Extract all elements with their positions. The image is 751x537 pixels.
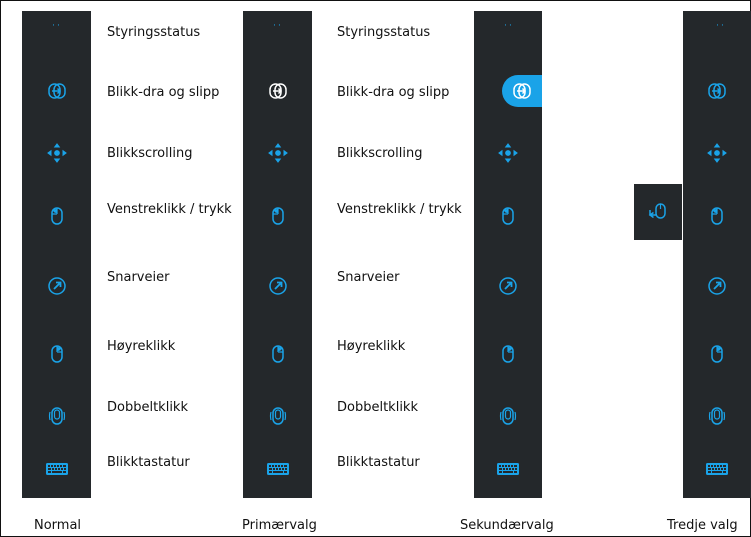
keyboard-icon[interactable] [496, 461, 520, 477]
menu-label-blikkscrolling: Blikkscrolling [107, 146, 193, 161]
menu-label-hoyreklikk: Høyreklikk [107, 339, 176, 354]
menu-label-blikk-dra: Blikk-dra og slipp [337, 85, 450, 100]
menu-label-venstreklikk: Venstreklikk / trykk [107, 202, 232, 217]
drag-drop-icon[interactable] [707, 81, 727, 101]
menu-label-dobbeltklikk: Dobbeltklikk [337, 400, 418, 415]
back-left-click-icon [647, 202, 669, 222]
drag-drop-icon[interactable] [47, 81, 67, 101]
menu-label-blikktastatur: Blikktastatur [337, 455, 420, 470]
left-click-mouse-icon[interactable] [47, 206, 67, 226]
menu-label-hoyreklikk: Høyreklikk [337, 339, 406, 354]
keyboard-icon[interactable] [705, 461, 729, 477]
double-click-mouse-icon[interactable] [707, 406, 727, 426]
menu-label-blikktastatur: Blikktastatur [107, 455, 190, 470]
tray-bar-third: ·· [683, 11, 751, 498]
double-click-mouse-icon[interactable] [268, 406, 288, 426]
right-click-mouse-icon[interactable] [47, 344, 67, 364]
menu-label-venstreklikk: Venstreklikk / trykk [337, 202, 462, 217]
menu-label-snarveier: Snarveier [107, 270, 170, 285]
keyboard-icon[interactable] [45, 461, 69, 477]
scroll-arrows-icon[interactable] [706, 142, 728, 164]
right-click-mouse-icon[interactable] [707, 344, 727, 364]
status-dots-icon[interactable]: ·· [503, 22, 515, 31]
scroll-arrows-icon[interactable] [497, 142, 519, 164]
menu-label-blikk-dra: Blikk-dra og slipp [107, 85, 220, 100]
left-click-popout-button[interactable] [634, 184, 682, 240]
scroll-arrows-icon[interactable] [267, 142, 289, 164]
tray-bar-primary: ·· [243, 11, 312, 498]
caption-third: Tredje valg [667, 518, 738, 533]
double-click-mouse-icon[interactable] [498, 406, 518, 426]
shortcut-arrow-icon[interactable] [268, 276, 288, 296]
menu-label-dobbeltklikk: Dobbeltklikk [107, 400, 188, 415]
keyboard-icon[interactable] [266, 461, 290, 477]
caption-primary: Primærvalg [242, 518, 317, 533]
right-click-mouse-icon[interactable] [498, 344, 518, 364]
status-dots-icon[interactable]: ·· [715, 22, 727, 31]
shortcut-arrow-icon[interactable] [498, 276, 518, 296]
shortcut-arrow-icon[interactable] [707, 276, 727, 296]
tray-bar-normal: ·· [22, 11, 91, 498]
drag-drop-icon[interactable] [268, 81, 288, 101]
status-dots-icon[interactable]: ·· [272, 22, 284, 31]
menu-label-styringsstatus: Styringsstatus [107, 25, 201, 40]
right-click-mouse-icon[interactable] [268, 344, 288, 364]
left-click-mouse-icon[interactable] [498, 206, 518, 226]
status-dots-icon[interactable]: ·· [51, 22, 63, 31]
caption-secondary: Sekundærvalg [460, 518, 554, 533]
drag-drop-selected-button[interactable] [502, 75, 542, 107]
drag-drop-icon [512, 81, 532, 101]
shortcut-arrow-icon[interactable] [47, 276, 67, 296]
double-click-mouse-icon[interactable] [47, 406, 67, 426]
menu-label-blikkscrolling: Blikkscrolling [337, 146, 423, 161]
left-click-mouse-icon[interactable] [268, 206, 288, 226]
caption-normal: Normal [34, 518, 82, 533]
scroll-arrows-icon[interactable] [46, 142, 68, 164]
menu-label-snarveier: Snarveier [337, 270, 400, 285]
left-click-mouse-icon[interactable] [707, 206, 727, 226]
menu-label-styringsstatus: Styringsstatus [337, 25, 431, 40]
